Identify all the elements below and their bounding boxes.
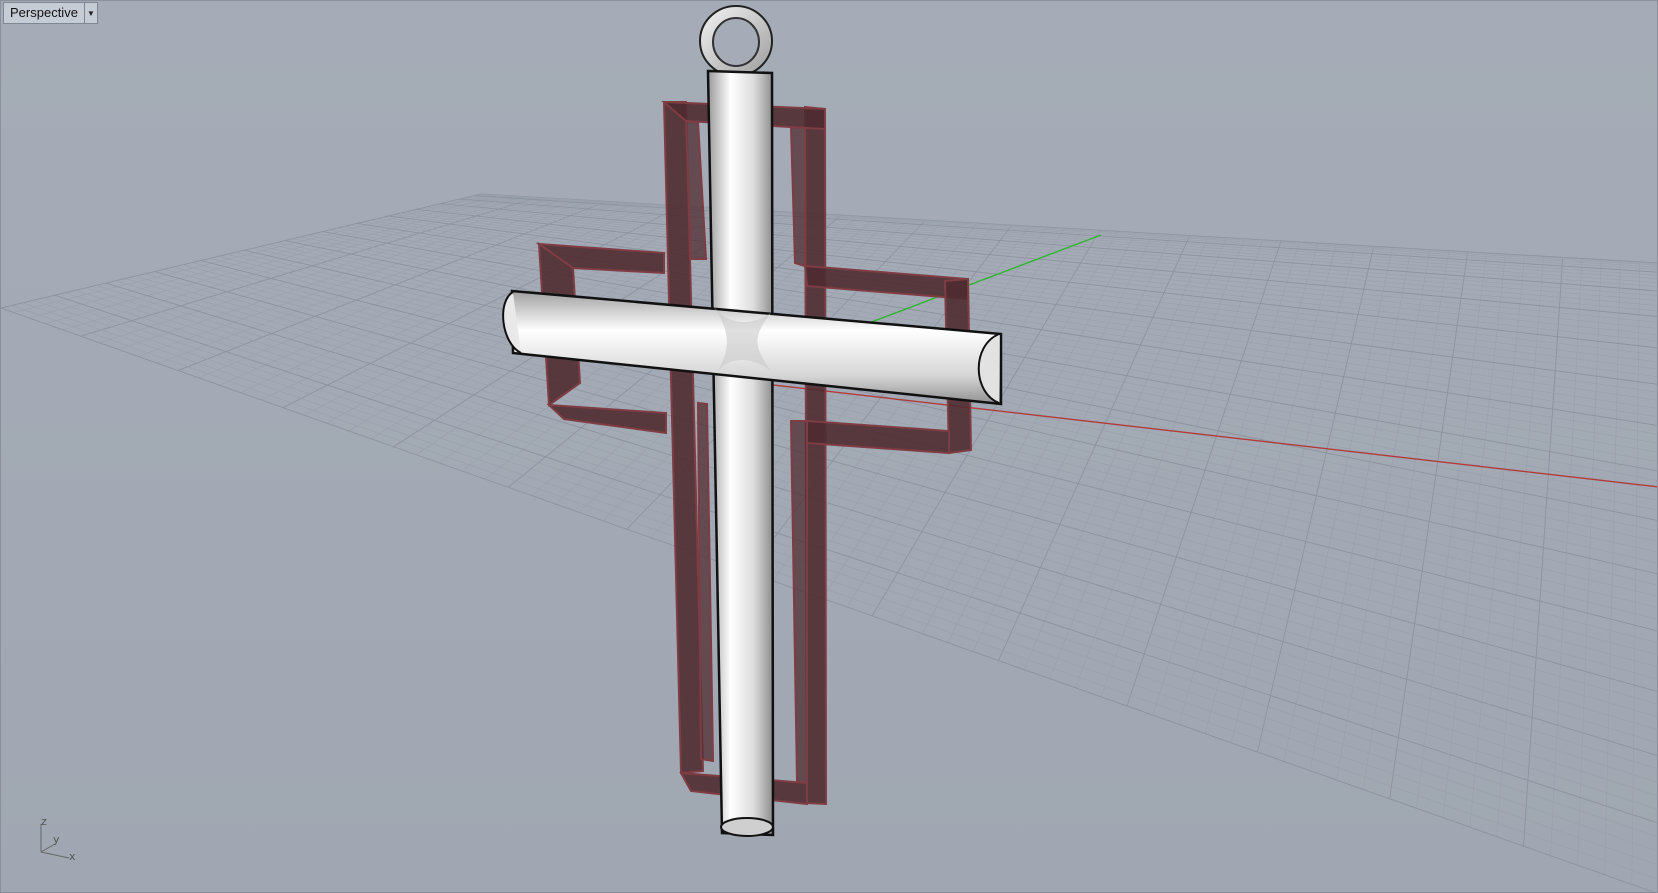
grid-line — [45, 195, 513, 324]
grid-line — [227, 253, 1657, 597]
dropdown-arrow-icon[interactable]: ▼ — [83, 3, 97, 23]
viewport-title[interactable]: Perspective — [4, 3, 84, 23]
grid-line — [1523, 257, 1564, 847]
grid-line — [462, 197, 1657, 287]
grid-line — [1309, 248, 1412, 771]
grid-line — [459, 198, 1657, 292]
viewport-title-tab[interactable]: Perspective ▼ — [3, 2, 98, 24]
model-scene[interactable] — [1, 1, 1658, 893]
grid-line — [1, 307, 1655, 892]
grid-line — [1049, 237, 1227, 679]
grid-line — [1577, 259, 1602, 866]
grid-line — [1023, 236, 1209, 670]
grid-line — [1604, 260, 1621, 875]
grid-line — [1, 193, 482, 309]
grid-line — [28, 194, 501, 319]
grid-line — [1631, 261, 1640, 885]
grid-line — [1442, 253, 1506, 818]
vertical-tube[interactable] — [706, 69, 775, 837]
perspective-viewport[interactable]: Perspective ▼ z y x — [0, 0, 1658, 893]
grid-line — [1178, 242, 1319, 725]
grid-line — [1550, 258, 1583, 856]
axis-label-z: z — [41, 816, 47, 828]
axis-label-x: x — [69, 850, 76, 863]
construction-grid — [1, 193, 1657, 892]
grid-line — [1152, 241, 1300, 716]
grid-line — [80, 196, 538, 337]
grid-line — [1230, 245, 1356, 743]
axis-label-y: y — [53, 833, 60, 846]
bail-ring[interactable] — [699, 5, 773, 77]
grid-line — [1283, 247, 1393, 762]
grid-line — [1204, 244, 1337, 734]
axis-orientation-widget: z y x — [40, 816, 76, 863]
